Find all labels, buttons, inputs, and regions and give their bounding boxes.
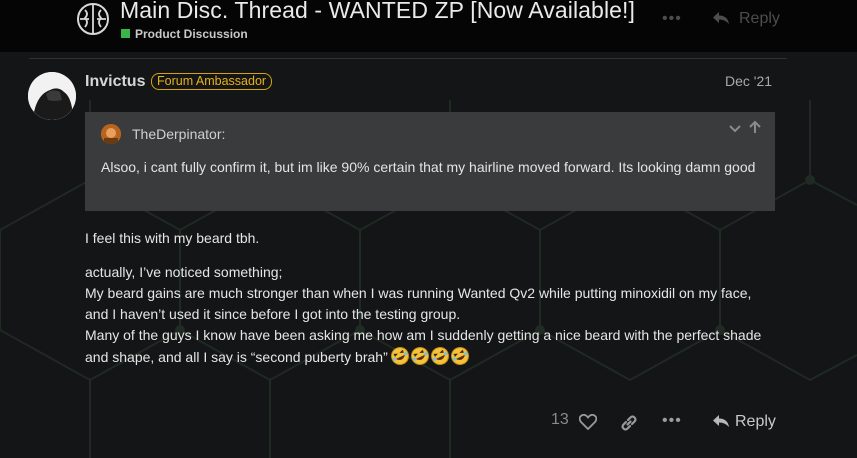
post-username[interactable]: Invictus [85,73,145,91]
category-label: Product Discussion [135,27,248,41]
rolling-laughing-emoji-icon [410,347,429,365]
rolling-laughing-emoji-icon [450,347,469,365]
link-icon[interactable] [620,414,638,437]
quote-block: TheDerpinator: Alsoo, i cant fully confi… [85,112,775,211]
post-body: I feel this with my beard tbh. actually,… [85,228,775,372]
rolling-laughing-emoji-icon [390,347,409,365]
avatar[interactable] [28,72,76,120]
like-count[interactable]: 13 [551,411,569,429]
post-date[interactable]: Dec '21 [725,73,772,89]
quote-username[interactable]: TheDerpinator: [132,126,225,142]
post-paragraph: My beard gains are much stronger than wh… [85,285,752,322]
post-paragraph: I feel this with my beard tbh. [85,230,260,246]
avatar-image [28,72,76,120]
quote-avatar-image [101,124,121,144]
post-paragraph: actually, I’ve noticed something; [85,264,283,280]
header-more-button[interactable]: ••• [662,10,682,28]
post-divider [29,58,787,59]
go-to-quoted-post-arrow-icon[interactable] [748,120,762,138]
heart-icon[interactable] [578,413,598,435]
laughing-emoji-group [390,346,470,372]
category-color-square [121,29,130,38]
quote-text: Alsoo, i cant fully confirm it, but im l… [101,159,756,175]
brain-logo-icon[interactable] [76,0,110,38]
header-reply-label: Reply [739,10,780,27]
category-badge[interactable]: Product Discussion [121,27,248,41]
topic-title[interactable]: Main Disc. Thread - WANTED ZP [Now Avail… [120,0,635,24]
reply-label: Reply [735,413,776,430]
reply-icon [713,415,729,427]
quote-avatar[interactable] [101,124,121,144]
post-paragraph-last: Many of the guys I know have been asking… [85,325,775,372]
expand-quote-chevron-icon[interactable] [728,121,742,137]
header-reply-button[interactable]: Reply [712,10,780,28]
reply-icon [713,12,729,24]
reply-button[interactable]: Reply [712,413,776,431]
more-actions-button[interactable]: ••• [662,412,682,430]
rolling-laughing-emoji-icon [430,347,449,365]
topic-header: Main Disc. Thread - WANTED ZP [Now Avail… [0,0,857,52]
user-title-badge: Forum Ambassador [151,73,273,90]
